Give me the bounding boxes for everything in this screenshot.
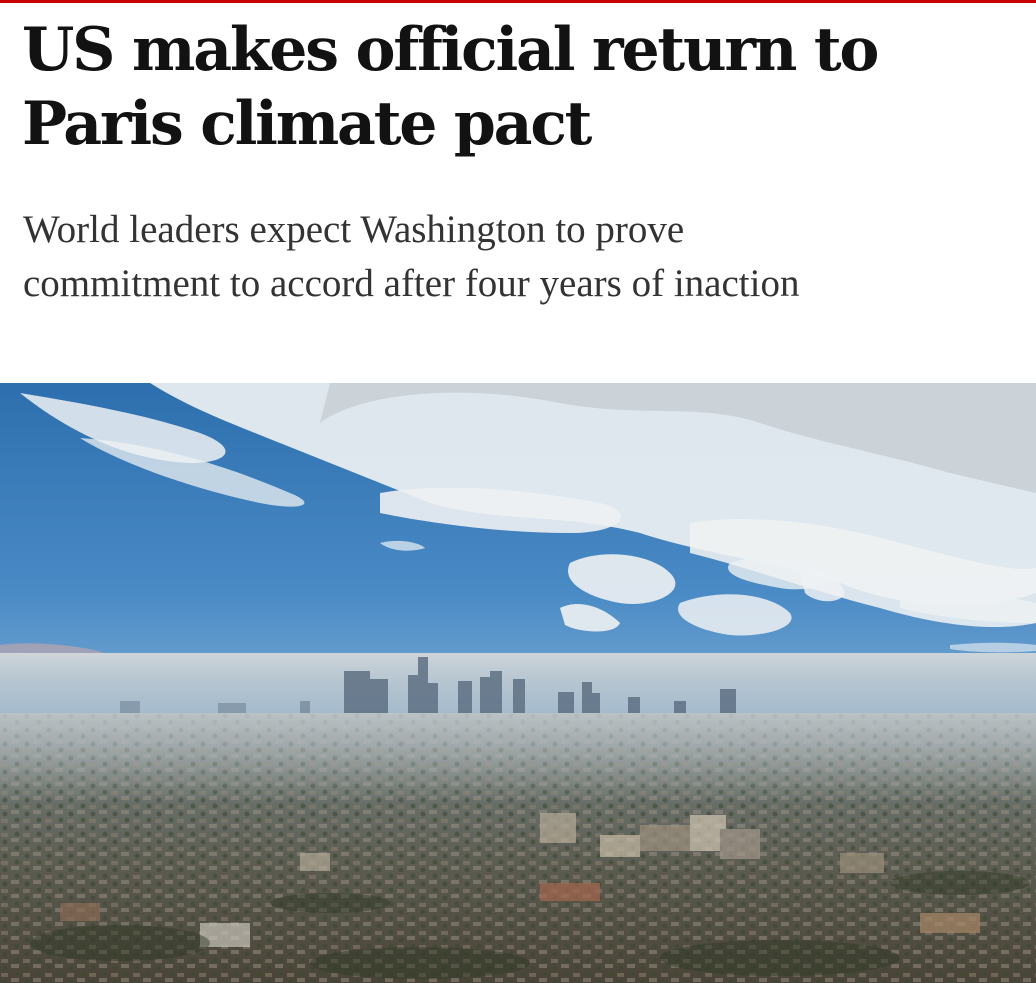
city-skyline-photo: [0, 383, 1036, 983]
hero-image[interactable]: [0, 383, 1036, 983]
article-standfirst: World leaders expect Washington to prove…: [23, 208, 800, 305]
section-accent-rule: [0, 0, 1036, 3]
article-headline: US makes official return to Paris climat…: [22, 15, 879, 159]
